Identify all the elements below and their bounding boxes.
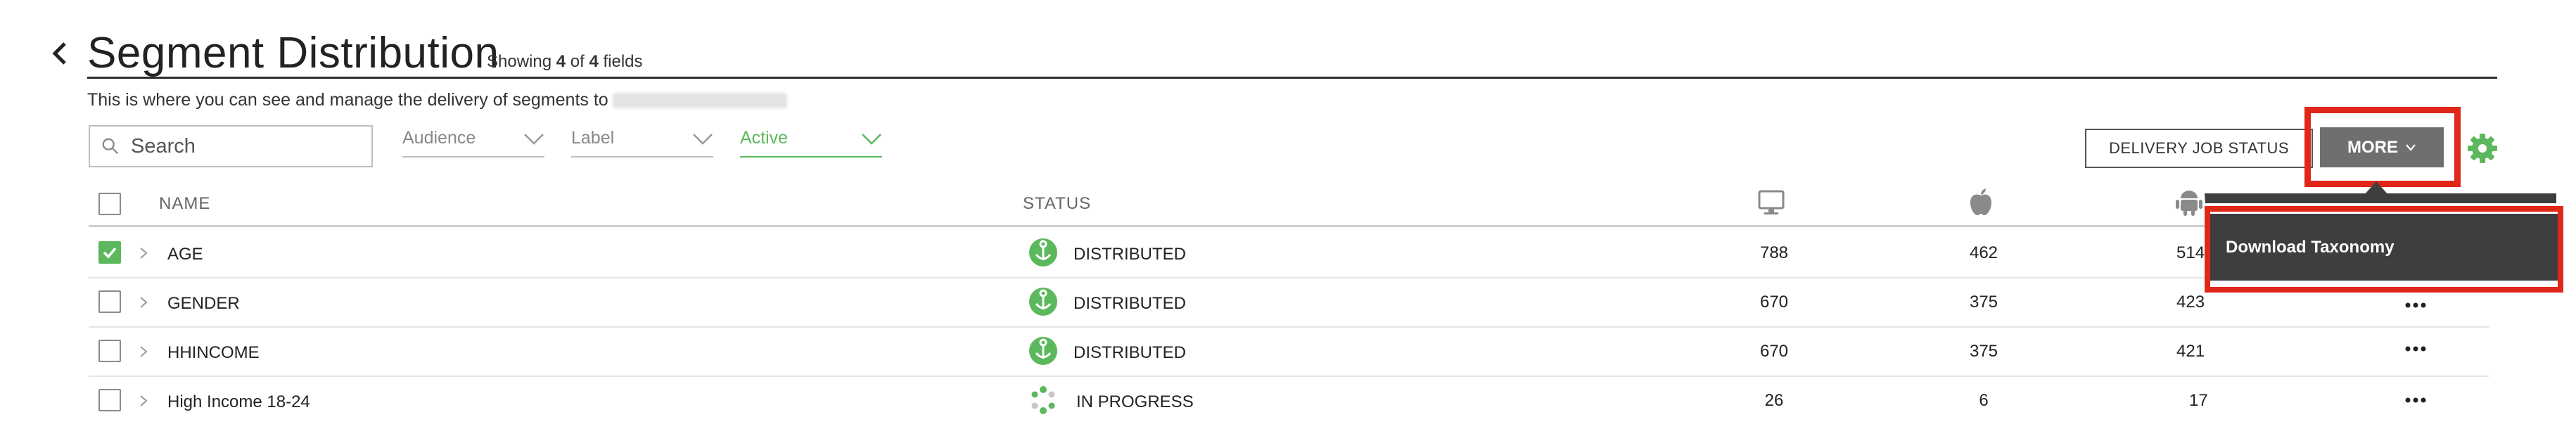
ios-count: 6 — [1979, 391, 1989, 410]
chevron-right-icon[interactable] — [136, 245, 151, 262]
more-button-highlight — [2304, 107, 2461, 187]
android-count: 421 — [2176, 342, 2205, 361]
ios-count: 462 — [1969, 243, 1998, 262]
chevron-down-icon — [524, 134, 544, 145]
chevron-right-icon[interactable] — [136, 343, 151, 360]
row-divider — [89, 277, 2489, 278]
distributed-icon — [1029, 288, 1057, 316]
row-actions-icon[interactable] — [2402, 344, 2430, 354]
search-icon — [102, 138, 119, 155]
download-taxonomy-highlight — [2205, 206, 2563, 293]
gear-icon[interactable] — [2466, 132, 2499, 165]
page-title: Segment Distribution — [87, 29, 499, 77]
row-checkbox[interactable] — [98, 290, 121, 313]
segment-name[interactable]: High Income 18-24 — [167, 392, 310, 412]
distributed-icon — [1029, 337, 1057, 365]
search-box[interactable] — [89, 125, 373, 167]
desktop-count: 670 — [1759, 293, 1789, 312]
delivery-job-status-button[interactable]: DELIVERY JOB STATUS — [2085, 129, 2313, 168]
row-checkbox[interactable] — [98, 241, 121, 264]
title-divider — [87, 77, 2497, 79]
column-header-name: NAME — [159, 194, 211, 213]
row-actions-icon[interactable] — [2402, 395, 2430, 405]
row-divider — [89, 326, 2489, 328]
desktop-icon — [1758, 190, 1785, 214]
active-filter[interactable]: Active — [740, 125, 882, 158]
distributed-icon — [1029, 238, 1057, 267]
row-divider — [89, 376, 2489, 377]
android-count: 514 — [2176, 243, 2205, 262]
label-filter[interactable]: Label — [571, 125, 713, 158]
chevron-down-icon — [693, 134, 713, 145]
status-text: IN PROGRESS — [1076, 392, 1194, 411]
back-chevron-icon[interactable] — [44, 32, 77, 75]
android-count: 17 — [2189, 391, 2208, 410]
showing-count: Showing 4 of 4 fields — [487, 52, 643, 71]
row-checkbox[interactable] — [98, 340, 121, 362]
column-header-status: STATUS — [1023, 194, 1092, 213]
segment-name[interactable]: AGE — [167, 245, 203, 264]
android-icon — [2176, 191, 2202, 216]
search-input[interactable] — [129, 134, 371, 159]
row-checkbox[interactable] — [98, 389, 121, 411]
status-text: DISTRIBUTED — [1073, 245, 1187, 264]
checkmark-icon — [103, 247, 117, 259]
in-progress-icon — [1031, 386, 1055, 414]
chevron-right-icon[interactable] — [136, 392, 151, 409]
status-text: DISTRIBUTED — [1073, 294, 1187, 313]
ios-count: 375 — [1969, 293, 1998, 312]
segment-name[interactable]: GENDER — [167, 294, 240, 314]
chevron-right-icon[interactable] — [136, 294, 151, 311]
desktop-count: 670 — [1759, 342, 1789, 361]
page-subtitle: This is where you can see and manage the… — [87, 90, 787, 110]
row-actions-icon[interactable] — [2402, 300, 2430, 310]
ios-count: 375 — [1969, 342, 1998, 361]
desktop-count: 26 — [1764, 391, 1784, 410]
status-text: DISTRIBUTED — [1073, 343, 1187, 362]
android-count: 423 — [2176, 293, 2205, 312]
select-all-checkbox[interactable] — [98, 193, 121, 215]
segment-distribution-page: Segment Distribution Showing 4 of 4 fiel… — [0, 0, 2576, 436]
apple-icon — [1970, 188, 1991, 215]
chevron-down-icon — [862, 134, 881, 145]
desktop-count: 788 — [1759, 243, 1789, 262]
segment-name[interactable]: HHINCOME — [167, 343, 260, 363]
table-header-divider — [89, 225, 2489, 227]
audience-filter[interactable]: Audience — [402, 125, 544, 158]
redacted-account-name — [612, 93, 787, 109]
